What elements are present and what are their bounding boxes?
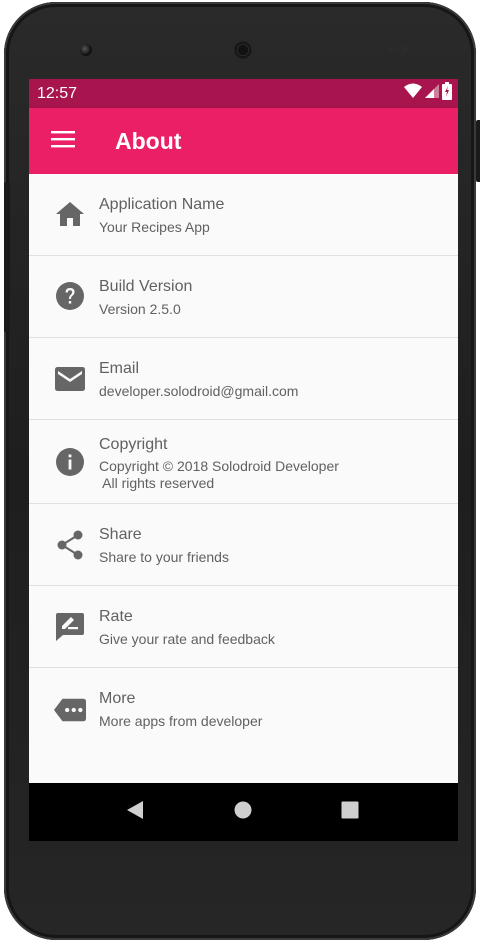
proximity-sensor [388,46,394,52]
rate-review-icon [54,611,86,643]
volume-button [4,182,10,332]
earpiece-speaker [231,38,255,62]
list-item-rate[interactable]: Rate Give your rate and feedback [29,586,458,668]
item-subtitle: Share to your friends [99,549,229,565]
item-subtitle: developer.solodroid@gmail.com [99,383,299,399]
status-time: 12:57 [37,85,78,102]
page-title: About [115,128,182,154]
more-icon [54,694,86,726]
back-triangle-icon [126,800,144,825]
wifi-icon [404,83,422,104]
item-label: Share [99,526,142,543]
signal-icon [425,83,439,104]
power-button [476,120,480,182]
list-item-more[interactable]: More More apps from developer [29,668,458,750]
info-icon [54,446,86,478]
item-label: Application Name [99,196,225,213]
navigation-bar [29,783,458,841]
list-item-application-name[interactable]: Application Name Your Recipes App [29,174,458,256]
front-camera [80,44,92,56]
back-button[interactable] [123,800,147,824]
home-icon [54,198,86,230]
item-subtitle: Copyright © 2018 Solodroid Developer All… [99,458,339,491]
item-label: Build Version [99,278,193,295]
item-subtitle: Give your rate and feedback [99,631,275,647]
email-icon [54,363,86,395]
phone-frame: 12:57 About Application Name Your Recipe… [4,2,480,940]
item-label: Copyright [99,436,168,453]
status-bar: 12:57 [29,79,458,108]
recents-button[interactable] [338,800,362,824]
item-label: Rate [99,608,133,625]
menu-icon [51,130,75,153]
menu-button[interactable] [43,125,83,157]
share-icon [54,529,86,561]
list-item-share[interactable]: Share Share to your friends [29,504,458,586]
about-list: Application Name Your Recipes App Build … [29,174,458,750]
status-icons [404,81,452,105]
list-item-build-version[interactable]: Build Version Version 2.5.0 [29,256,458,338]
app-bar: About [29,108,458,174]
light-sensor [402,46,408,52]
item-label: Email [99,360,140,377]
battery-icon [442,81,452,105]
item-subtitle: More apps from developer [99,713,263,729]
item-label: More [99,690,136,707]
home-circle-icon [234,801,252,824]
help-icon [54,280,86,312]
item-subtitle: Your Recipes App [99,219,210,235]
list-item-copyright[interactable]: Copyright Copyright © 2018 Solodroid Dev… [29,420,458,504]
recents-square-icon [341,801,359,824]
list-item-email[interactable]: Email developer.solodroid@gmail.com [29,338,458,420]
home-button[interactable] [231,800,255,824]
screen: 12:57 About Application Name Your Recipe… [29,79,458,841]
item-subtitle: Version 2.5.0 [99,301,181,317]
